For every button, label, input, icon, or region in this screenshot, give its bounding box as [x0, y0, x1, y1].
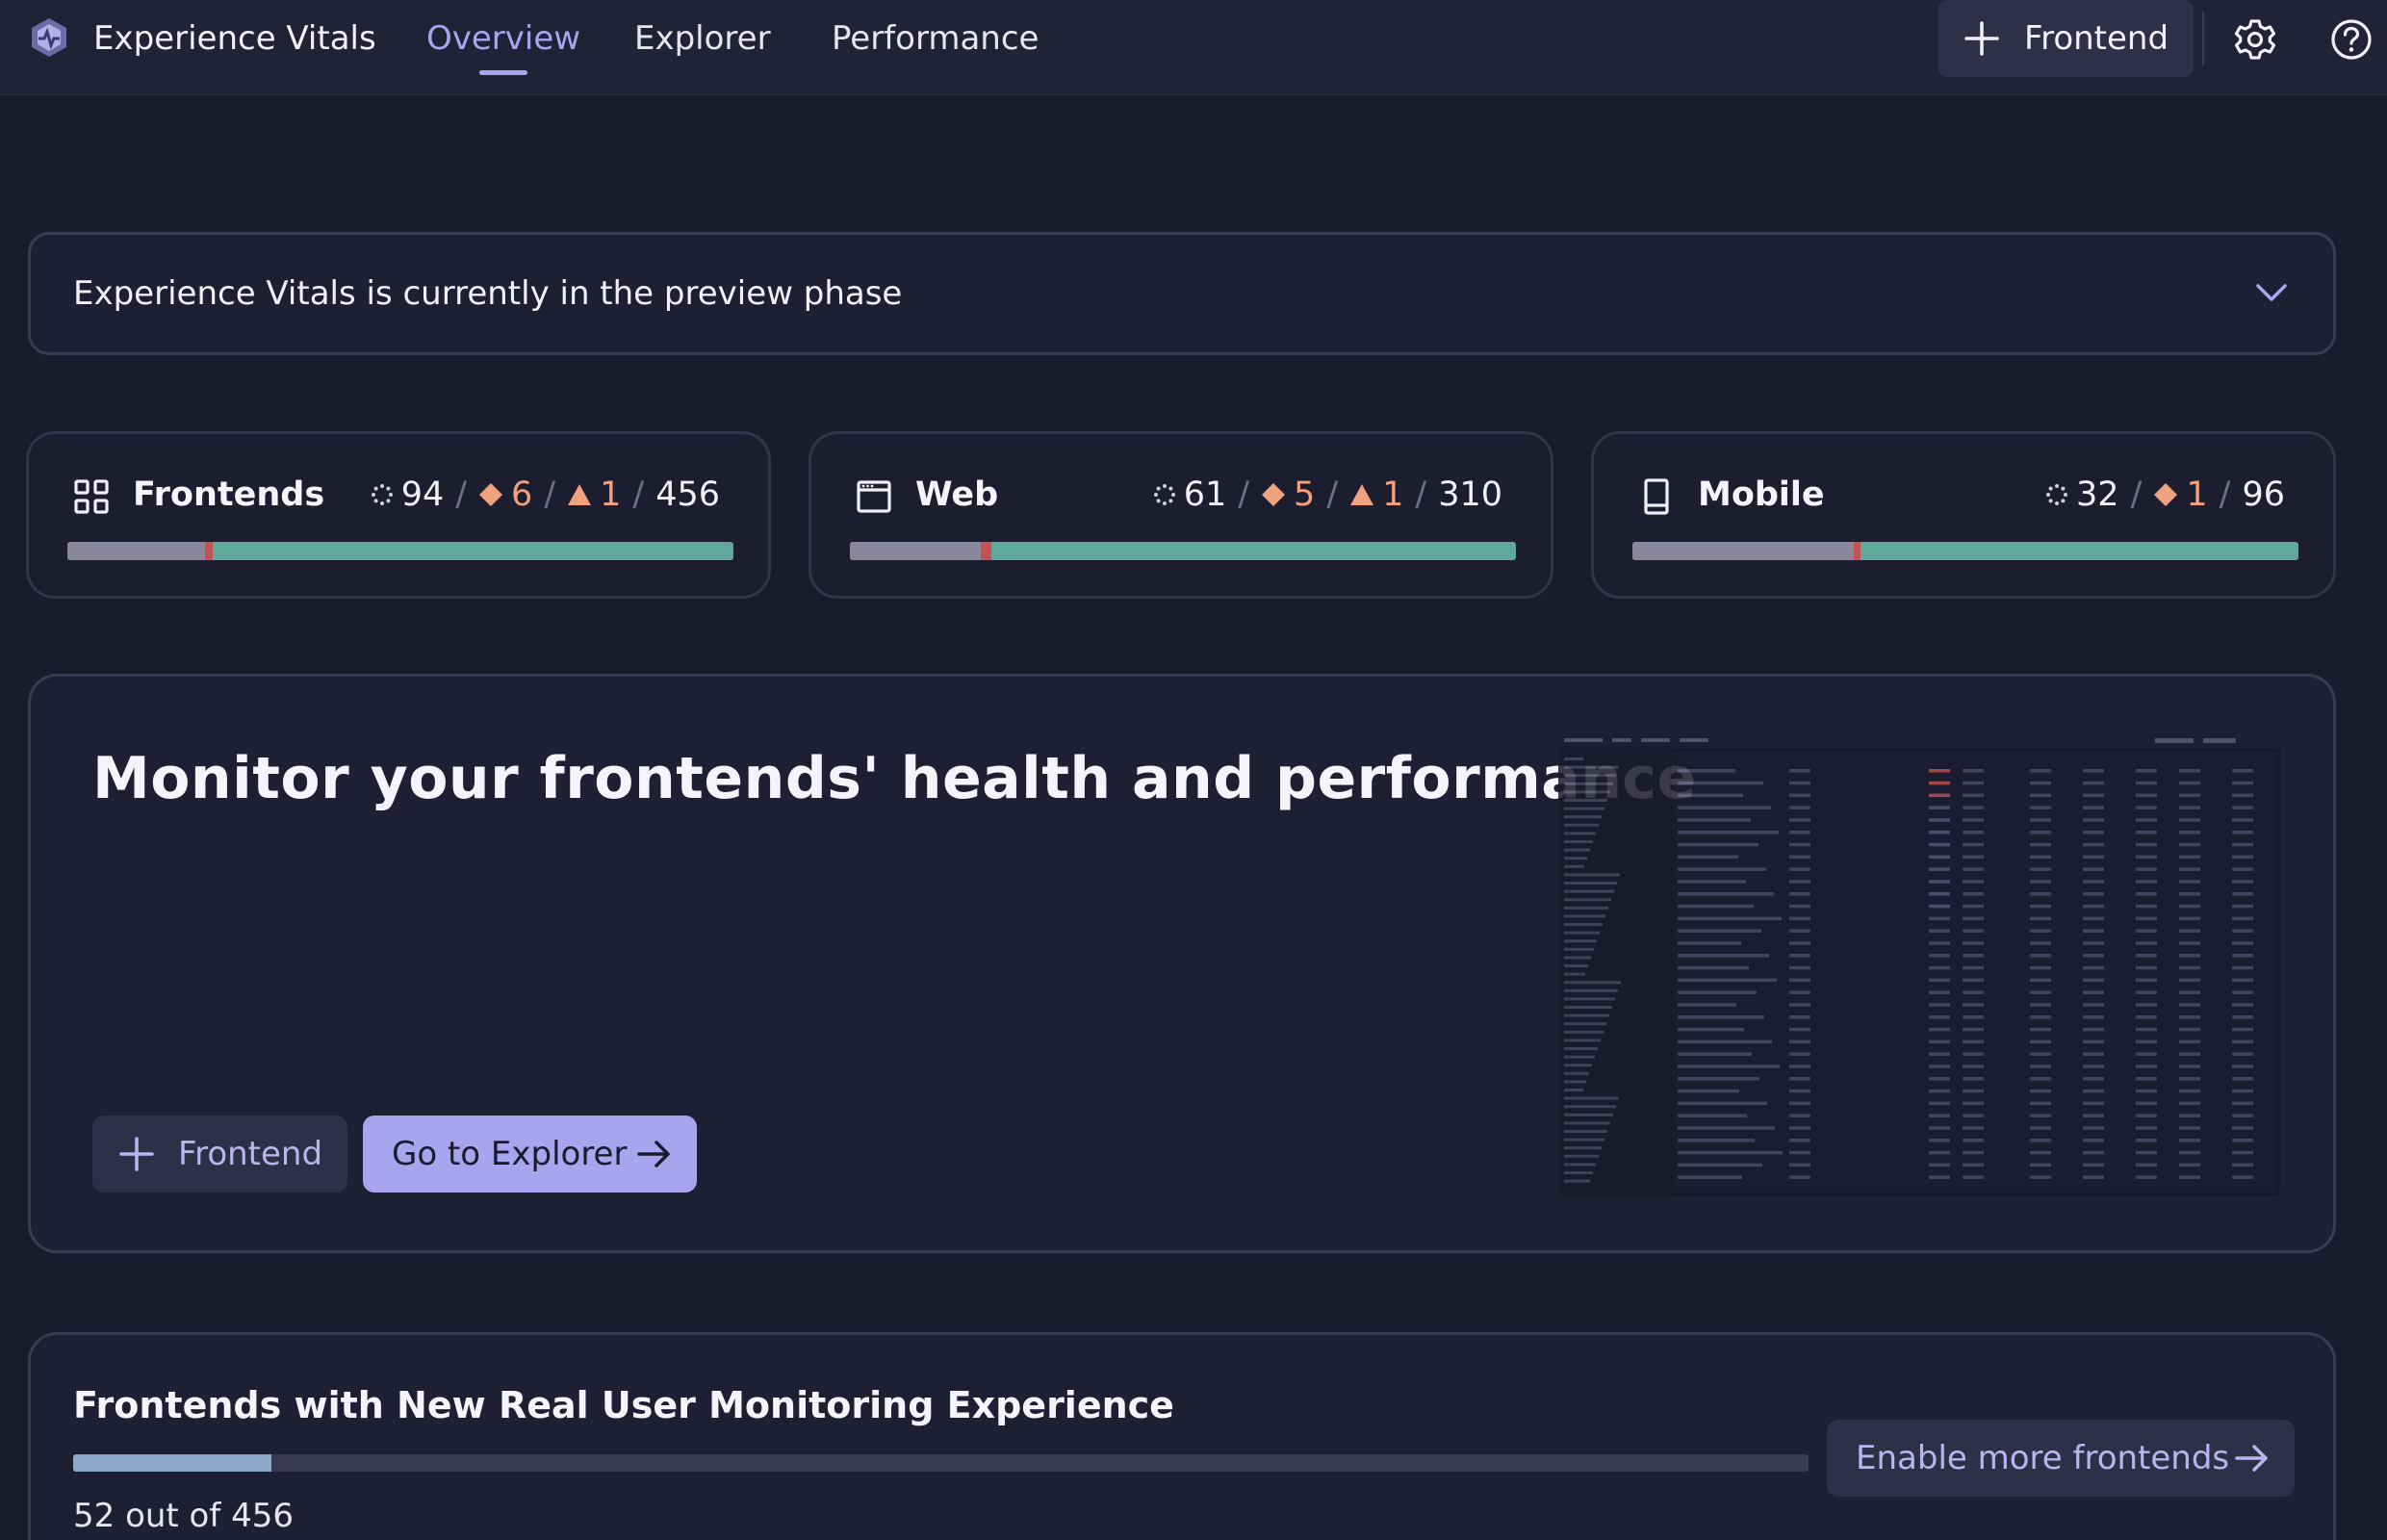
health-distribution-bar [1632, 542, 2298, 560]
app-logo-icon [32, 18, 66, 57]
hero-add-frontend-label: Frontend [178, 1135, 323, 1173]
tab-overview-label: Overview [426, 19, 581, 58]
web-summary-card[interactable]: Web 61 / 5 / 1 / 310 [808, 431, 1553, 599]
rum-adoption-panel: Frontends with New Real User Monitoring … [28, 1332, 2336, 1540]
card-title: Mobile [1698, 475, 1825, 514]
gear-icon[interactable] [2233, 17, 2277, 62]
card-stats: 94 / 6 / 1 / 456 [371, 473, 720, 517]
total-count: 96 [2242, 475, 2285, 514]
warning-diamond-icon [2154, 483, 2178, 506]
stat-separator: / [632, 475, 645, 514]
health-distribution-bar [67, 542, 733, 560]
card-title: Web [915, 475, 999, 514]
bar-segment-unmonitored [850, 542, 982, 560]
total-count: 310 [1438, 475, 1502, 514]
plus-icon [119, 1137, 154, 1171]
go-to-explorer-label: Go to Explorer [392, 1135, 628, 1173]
stat-separator: / [455, 475, 468, 514]
loading-spinner-icon [2046, 484, 2068, 505]
bar-segment-problem [1854, 542, 1861, 560]
stat-separator: / [2219, 475, 2231, 514]
bar-segment-unmonitored [1632, 542, 1855, 560]
chevron-down-icon[interactable] [2252, 273, 2291, 312]
add-frontend-label: Frontend [2024, 19, 2169, 58]
go-to-explorer-button[interactable]: Go to Explorer [363, 1116, 697, 1193]
card-stats: 32 / 1 / 96 [2045, 473, 2285, 517]
tab-performance-label: Performance [832, 19, 1040, 58]
adoption-title: Frontends with New Real User Monitoring … [73, 1384, 1174, 1426]
loading-spinner-icon [1153, 484, 1175, 505]
add-frontend-button[interactable]: Frontend [1938, 0, 2194, 77]
active-tab-indicator [479, 70, 528, 75]
loading-count: 94 [400, 475, 445, 514]
card-title: Frontends [133, 475, 325, 514]
bar-segment-problem [981, 542, 992, 560]
toolbar-divider [2202, 12, 2204, 65]
preview-phase-banner[interactable]: Experience Vitals is currently in the pr… [28, 232, 2336, 355]
mobile-summary-card[interactable]: Mobile 32 / 1 / 96 [1591, 431, 2336, 599]
stat-separator: / [1415, 475, 1427, 514]
browser-window-icon [857, 480, 891, 513]
frontends-summary-card[interactable]: Frontends 94 / 6 / 1 / 456 [26, 431, 771, 599]
plus-icon [1964, 21, 1999, 56]
warning-count: 6 [511, 475, 533, 514]
hero-add-frontend-button[interactable]: Frontend [92, 1116, 347, 1193]
total-count: 456 [655, 475, 720, 514]
alert-triangle-icon [1350, 484, 1374, 505]
adoption-progress-bar [73, 1454, 1809, 1472]
loading-count: 32 [2076, 475, 2119, 514]
loading-count: 61 [1183, 475, 1227, 514]
arrow-right-icon [2235, 1445, 2268, 1472]
tab-explorer-label: Explorer [634, 19, 771, 58]
enable-more-frontends-label: Enable more frontends [1856, 1439, 2230, 1477]
health-distribution-bar [850, 542, 1516, 560]
warning-count: 1 [2186, 475, 2208, 514]
help-icon[interactable] [2329, 17, 2374, 62]
arrow-right-icon [637, 1141, 670, 1168]
warning-diamond-icon [1262, 483, 1286, 506]
stat-separator: / [1238, 475, 1250, 514]
warning-count: 5 [1294, 475, 1316, 514]
alert-triangle-icon [568, 484, 592, 505]
explorer-preview-image [1558, 734, 2280, 1196]
mobile-device-icon [1644, 478, 1669, 515]
enable-more-frontends-button[interactable]: Enable more frontends [1827, 1420, 2295, 1497]
stat-separator: / [544, 475, 556, 514]
alert-count: 1 [1382, 475, 1404, 514]
adoption-count-text: 52 out of 456 [73, 1497, 295, 1535]
adoption-progress-fill [73, 1454, 271, 1472]
card-stats: 61 / 5 / 1 / 310 [1153, 473, 1502, 517]
tab-overview[interactable]: Overview [426, 17, 581, 75]
top-navigation-bar: Experience Vitals Overview Explorer Perf… [0, 0, 2387, 95]
app-title: Experience Vitals [93, 19, 376, 58]
warning-diamond-icon [479, 483, 503, 506]
bar-segment-unmonitored [67, 542, 205, 560]
hero-title: Monitor your frontends' health and perfo… [92, 745, 1697, 812]
bar-segment-problem [204, 542, 213, 560]
stat-separator: / [2130, 475, 2143, 514]
onboarding-hero-panel: Monitor your frontends' health and perfo… [28, 674, 2336, 1253]
tab-performance[interactable]: Performance [832, 17, 1039, 60]
preview-phase-text: Experience Vitals is currently in the pr… [73, 274, 903, 313]
tab-explorer[interactable]: Explorer [634, 17, 771, 60]
loading-spinner-icon [371, 484, 393, 505]
alert-count: 1 [600, 475, 622, 514]
grid-icon [74, 479, 109, 514]
stat-separator: / [1326, 475, 1339, 514]
